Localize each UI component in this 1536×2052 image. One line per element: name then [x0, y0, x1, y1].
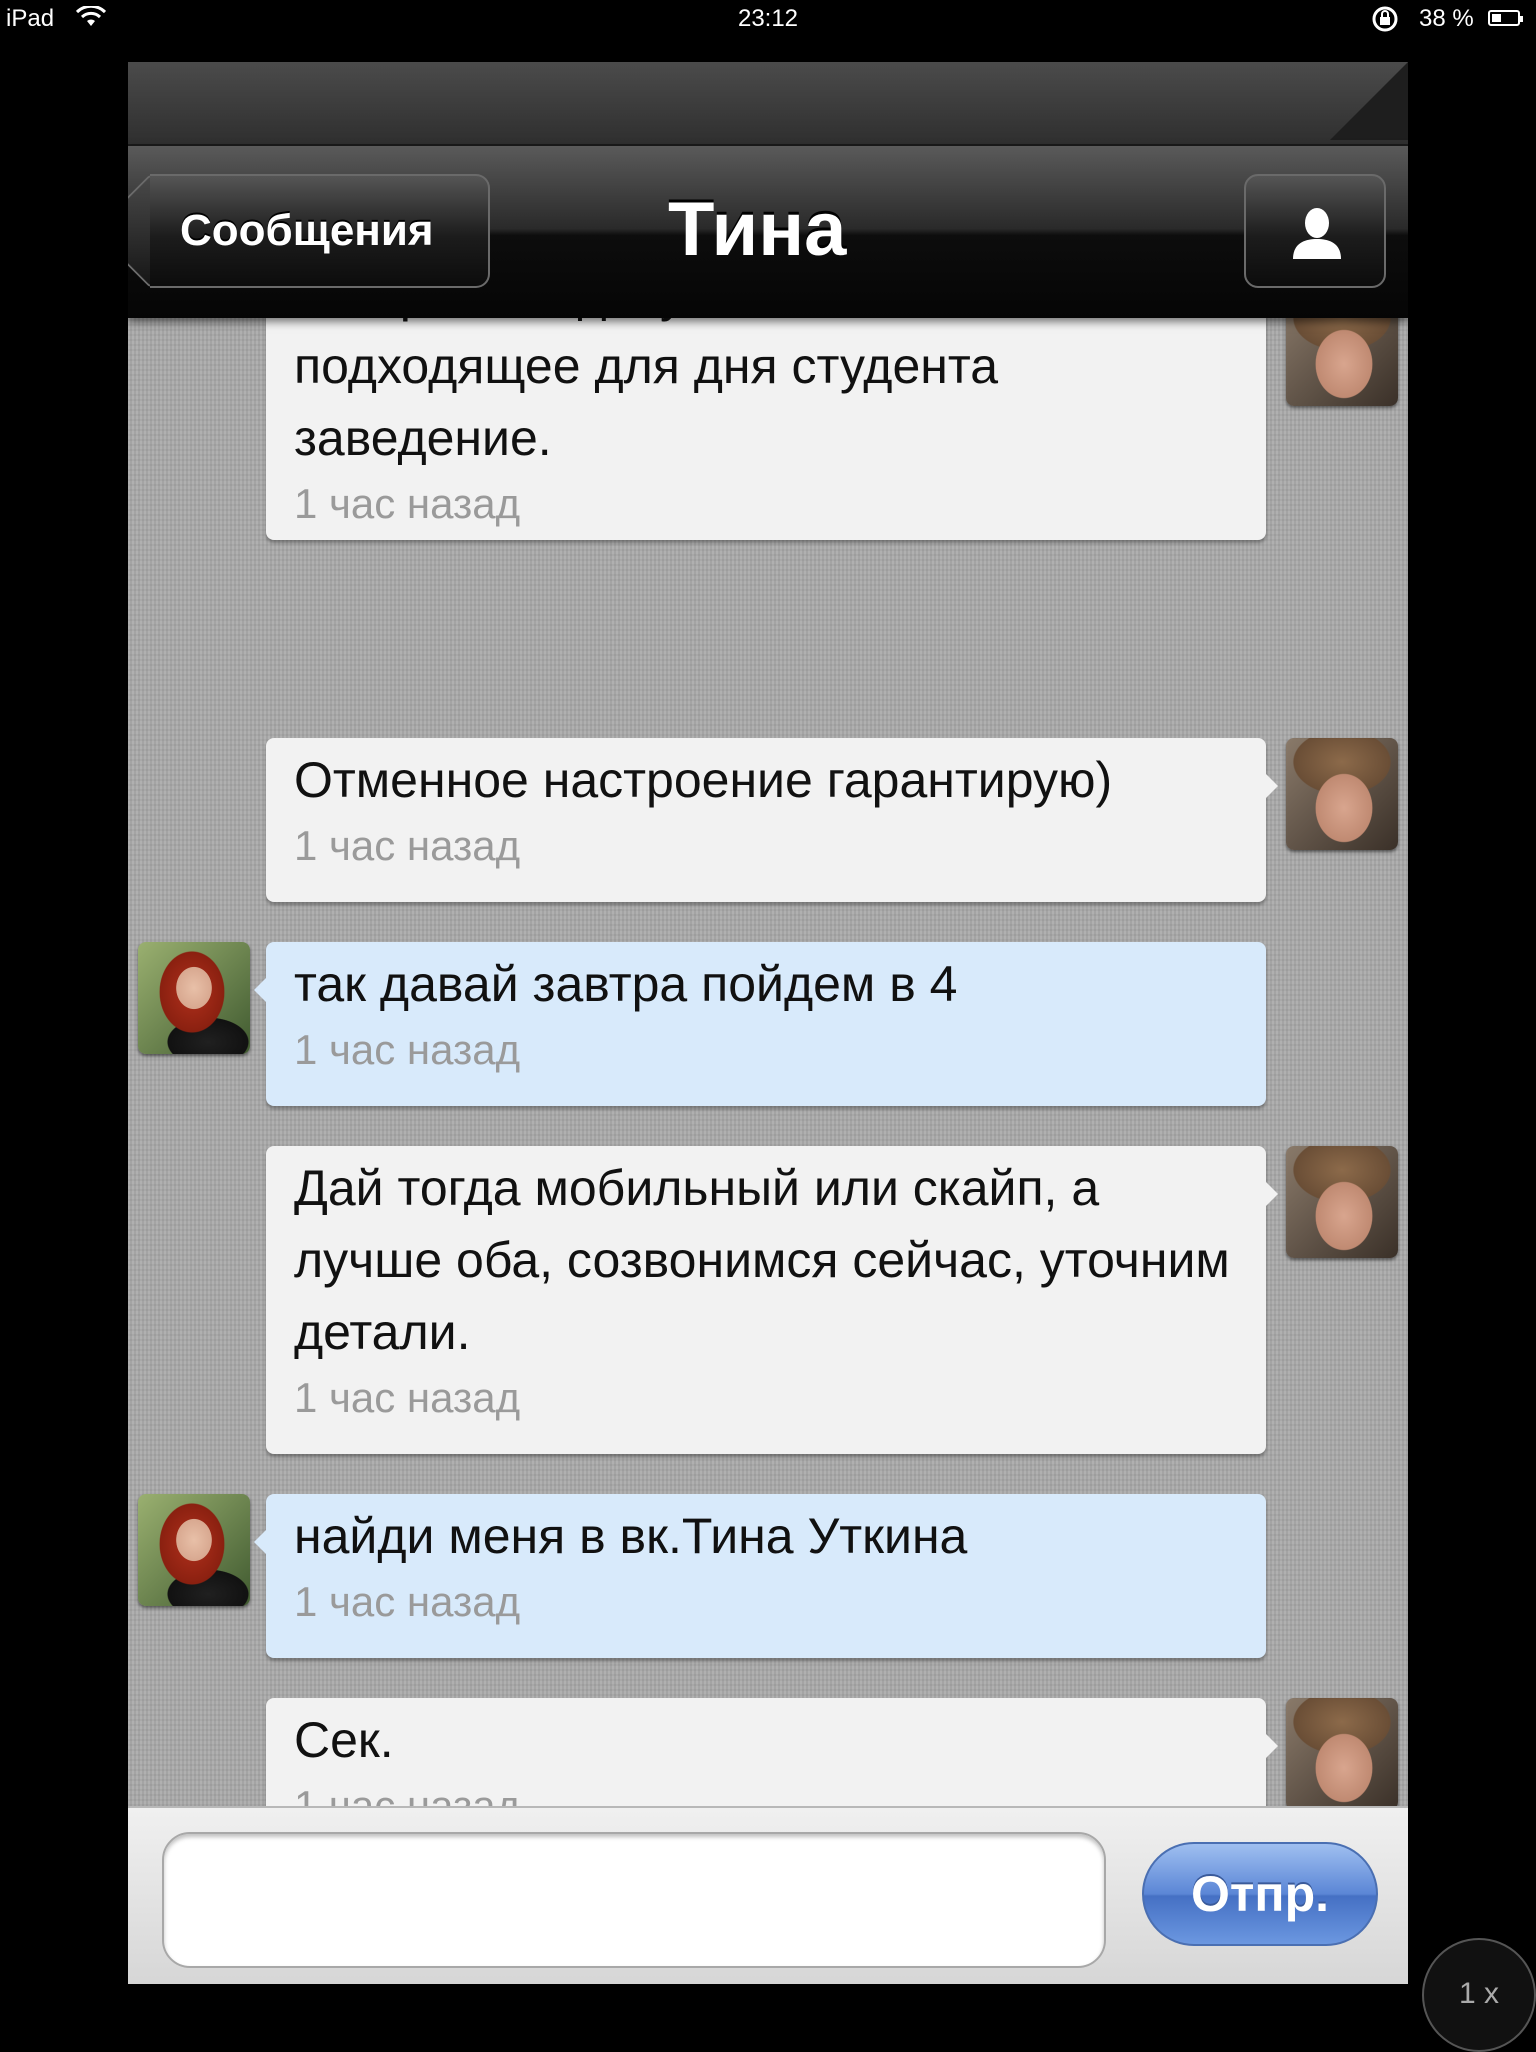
message-text: Сек. [294, 1712, 394, 1768]
message-text: найди меня в вк.Тина Уткина [294, 1508, 968, 1564]
conversation-title: Тина [668, 187, 847, 272]
contact-button[interactable] [1244, 174, 1386, 288]
orientation-lock-icon [1370, 5, 1402, 40]
status-time: 23:12 [737, 5, 799, 32]
status-bar: iPad 23:12 38 % [0, 0, 1536, 40]
back-button-label: Сообщения [180, 206, 434, 255]
message-time: 1 час назад [294, 480, 521, 527]
message-time: 1 час назад [294, 1578, 521, 1625]
composer-bar: Отпр. [128, 1806, 1408, 1984]
message-time: 1 час назад [294, 1026, 521, 1073]
battery-fill [1492, 14, 1502, 22]
message-bubble-outgoing[interactable]: интересной девушкой, хотел показать подх… [266, 318, 1266, 540]
page-curl-corner[interactable] [1330, 62, 1408, 140]
contact-avatar [138, 942, 250, 1054]
message-bubble-incoming[interactable]: так давай завтра пойдем в 4 1 час назад [254, 942, 1266, 1106]
message-text: Дай тогда мобильный или скайп, а лучше о… [294, 1160, 1230, 1360]
message-text: так давай завтра пойдем в 4 [294, 956, 958, 1012]
battery-percent: 38 % [1419, 5, 1474, 32]
contact-avatar [138, 1494, 250, 1606]
back-button[interactable]: Сообщения [150, 174, 490, 288]
message-list[interactable]: интересной девушкой, хотел показать подх… [128, 318, 1408, 1868]
message-time: 1 час назад [294, 822, 521, 869]
navigation-bar: Сообщения Тина [128, 146, 1408, 318]
my-avatar [1286, 318, 1398, 406]
person-icon [1293, 208, 1341, 259]
message-bubble-outgoing[interactable]: Дай тогда мобильный или скайп, а лучше о… [266, 1146, 1278, 1454]
battery-icon [1488, 10, 1523, 26]
my-avatar [1286, 738, 1398, 850]
message-bubble-incoming[interactable]: найди меня в вк.Тина Уткина 1 час назад [254, 1494, 1266, 1658]
message-input[interactable] [162, 1832, 1106, 1968]
messaging-app: Сообщения Тина интересной девушкой, хоте… [128, 62, 1408, 1984]
message-time: 1 час назад [294, 1374, 521, 1421]
message-text: интересной девушкой, хотел показать подх… [294, 318, 1177, 466]
top-strip [128, 62, 1408, 146]
my-avatar [1286, 1146, 1398, 1258]
message-text: Отменное настроение гарантирую) [294, 752, 1113, 808]
zoom-toggle-button[interactable]: 1 x [1422, 1938, 1536, 2052]
send-button[interactable]: Отпр. [1142, 1842, 1378, 1946]
my-avatar [1286, 1698, 1398, 1810]
message-bubble-outgoing[interactable]: Отменное настроение гарантирую) 1 час на… [266, 738, 1278, 902]
